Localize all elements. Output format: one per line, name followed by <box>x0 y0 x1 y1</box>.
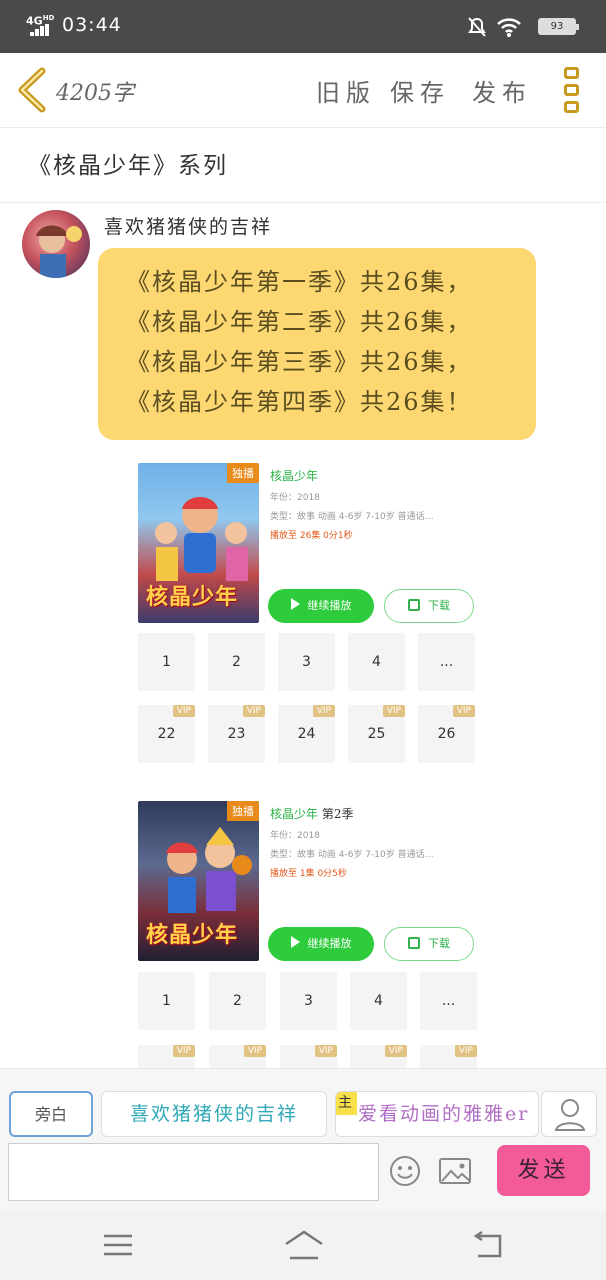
video-year: 年份：2018 <box>270 831 320 841</box>
add-role-button[interactable] <box>541 1091 597 1137</box>
video-type: 类型：故事 动画 4-6岁 7-10岁 普通话… <box>270 850 434 860</box>
wifi-icon <box>497 18 521 37</box>
battery-icon: 93 <box>538 18 579 35</box>
role-narrator-tab[interactable]: 旁白 <box>9 1091 93 1137</box>
home-icon[interactable] <box>283 1228 325 1262</box>
video-title[interactable]: 核晶少年 第2季 <box>270 805 480 822</box>
continue-play-button[interactable]: 继续播放 <box>268 927 374 961</box>
vip-badge: VIP <box>454 1045 477 1057</box>
episode-button[interactable]: 4 <box>350 972 407 1030</box>
exclusive-badge: 独播 <box>227 463 259 483</box>
message-bubble[interactable]: 《核晶少年第一季》共26集， 《核晶少年第二季》共26集， 《核晶少年第三季》共… <box>98 248 536 440</box>
video-poster[interactable]: 独播 核晶少年 <box>138 463 259 623</box>
episode-button[interactable]: 2 <box>208 633 265 691</box>
vip-badge: VIP <box>382 705 405 717</box>
episode-button[interactable]: 23 VIP <box>208 705 265 763</box>
episode-button[interactable]: 2 <box>209 972 266 1030</box>
vip-badge: VIP <box>312 705 335 717</box>
vip-badge: VIP <box>172 1045 195 1057</box>
avatar-image <box>36 225 82 278</box>
mute-icon <box>468 17 486 37</box>
publish-button[interactable]: 发布 <box>472 73 532 108</box>
more-episodes-button[interactable]: ... <box>418 633 475 691</box>
image-icon[interactable] <box>438 1157 472 1185</box>
vip-badge: VIP <box>243 1045 266 1057</box>
vip-badge: VIP <box>452 705 475 717</box>
episode-button[interactable]: 1 <box>138 972 195 1030</box>
episode-button[interactable]: 22 VIP <box>138 705 195 763</box>
message-line: 《核晶少年第一季》共26集， <box>126 268 473 296</box>
send-button[interactable]: 发送 <box>497 1145 590 1196</box>
video-year: 年份：2018 <box>270 493 320 503</box>
poster-logo: 核晶少年 <box>146 922 239 948</box>
message-line: 《核晶少年第三季》共26集， <box>126 348 473 376</box>
play-icon <box>290 598 300 610</box>
play-progress: 播放至 26集 0分1秒 <box>270 531 353 541</box>
more-menu-icon[interactable] <box>564 67 580 115</box>
vip-badge: VIP <box>314 1045 337 1057</box>
avatar[interactable] <box>22 210 90 278</box>
poster-logo: 核晶少年 <box>146 584 239 610</box>
download-icon <box>408 599 420 611</box>
emoji-icon[interactable] <box>389 1155 421 1187</box>
series-title[interactable]: 《核晶少年》系列 <box>28 146 228 180</box>
episode-button[interactable]: 3 <box>278 633 335 691</box>
status-bar: 4GHD 03:44 93 <box>0 0 606 53</box>
speaker-name: 喜欢猪猪侠的吉祥 <box>104 216 273 238</box>
clock: 03:44 <box>62 14 122 36</box>
download-button[interactable]: 下载 <box>384 927 474 961</box>
video-info: 核晶少年 年份：2018 类型：故事 动画 4-6岁 7-10岁 普通话… 播放… <box>270 467 480 541</box>
message-line: 《核晶少年第四季》共26集！ <box>126 388 473 416</box>
old-version-button[interactable]: 旧版 <box>316 73 376 108</box>
video-info: 核晶少年 第2季 年份：2018 类型：故事 动画 4-6岁 7-10岁 普通话… <box>270 805 480 879</box>
divider <box>0 202 606 203</box>
save-button[interactable]: 保存 <box>390 73 450 108</box>
vip-badge: VIP <box>384 1045 407 1057</box>
user-icon <box>554 1099 586 1131</box>
episode-button[interactable]: 1 <box>138 633 195 691</box>
video-poster[interactable]: 独播 核晶少年 <box>138 801 259 961</box>
message-input[interactable] <box>8 1143 379 1201</box>
download-icon <box>408 937 420 949</box>
editor-header: 4205字 旧版 保存 发布 <box>0 53 606 128</box>
video-title[interactable]: 核晶少年 <box>270 467 480 484</box>
download-button[interactable]: 下载 <box>384 589 474 623</box>
signal-icon <box>30 24 52 36</box>
message-line: 《核晶少年第二季》共26集， <box>126 308 473 336</box>
exclusive-badge: 独播 <box>227 801 259 821</box>
role-host-tab[interactable]: 主爱看动画的雅雅er <box>335 1091 539 1137</box>
episode-button[interactable]: 26 VIP <box>418 705 475 763</box>
episode-button[interactable]: 3 <box>280 972 337 1030</box>
system-nav-bar <box>0 1210 606 1280</box>
composer-panel: 旁白 喜欢猪猪侠的吉祥 主爱看动画的雅雅er 发送 <box>0 1068 606 1210</box>
continue-play-button[interactable]: 继续播放 <box>268 589 374 623</box>
play-icon <box>290 936 300 948</box>
word-count: 4205字 <box>56 81 134 106</box>
episode-button[interactable]: 25 VIP <box>348 705 405 763</box>
episode-button[interactable]: 24 VIP <box>278 705 335 763</box>
menu-icon[interactable] <box>102 1232 134 1258</box>
back-arrow-icon[interactable] <box>14 67 50 113</box>
video-type: 类型：故事 动画 4-6岁 7-10岁 普通话… <box>270 512 434 522</box>
role-character-tab[interactable]: 喜欢猪猪侠的吉祥 <box>101 1091 327 1137</box>
vip-badge: VIP <box>242 705 265 717</box>
play-progress: 播放至 1集 0分5秒 <box>270 869 347 879</box>
back-icon[interactable] <box>472 1230 504 1260</box>
host-badge: 主 <box>336 1092 357 1115</box>
vip-badge: VIP <box>172 705 195 717</box>
more-episodes-button[interactable]: ... <box>420 972 477 1030</box>
episode-button[interactable]: 4 <box>348 633 405 691</box>
